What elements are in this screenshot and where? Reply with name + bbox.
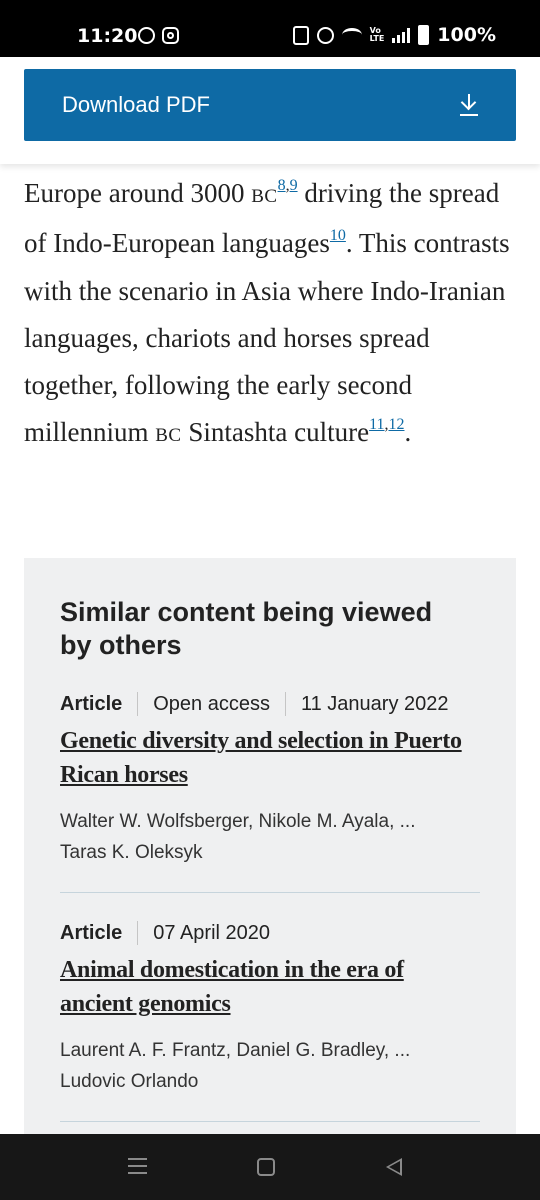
system-status-icons: Vo LTE 100% xyxy=(292,24,496,46)
download-pdf-button[interactable]: Download PDF xyxy=(24,69,516,141)
battery-icon xyxy=(418,25,430,45)
authors-line: Walter W. Wolfsberger, Nikole M. Ayala, … xyxy=(60,811,416,832)
authors-line: Taras K. Oleksyk xyxy=(60,842,203,863)
citation-refs: 11,12 xyxy=(369,416,405,434)
similar-content-section: Similar content being viewed by others A… xyxy=(24,558,516,1158)
download-pdf-label: Download PDF xyxy=(62,92,210,117)
notification-icons xyxy=(138,27,179,44)
download-icon xyxy=(460,94,478,116)
item-meta: Article 07 April 2020 xyxy=(60,921,480,945)
text-segment: . This contrasts with the scenario in As… xyxy=(24,228,510,448)
item-authors: Walter W. Wolfsberger, Nikole M. Ayala, … xyxy=(60,806,480,868)
authors-line: Laurent A. F. Frantz, Daniel G. Bradley,… xyxy=(60,1040,411,1061)
meta-separator xyxy=(137,692,139,716)
home-icon[interactable] xyxy=(257,1158,275,1176)
citation-refs: 10 xyxy=(330,227,346,244)
wifi-icon xyxy=(341,28,362,42)
status-time: 11:20 xyxy=(77,25,138,47)
signal-icon xyxy=(392,27,411,43)
status-bar: 11:20 Vo LTE 100% xyxy=(0,0,540,57)
recent-apps-icon[interactable] xyxy=(128,1158,147,1174)
citation-link-10[interactable]: 10 xyxy=(330,227,346,244)
item-date: 11 January 2022 xyxy=(300,692,449,715)
item-divider xyxy=(60,892,480,893)
item-title-link[interactable]: Genetic diversity and selection in Puert… xyxy=(60,724,480,792)
alarm-icon xyxy=(316,26,334,44)
citation-link-11[interactable]: 11 xyxy=(369,416,384,433)
volte-icon: Vo LTE xyxy=(370,27,385,43)
article-paragraph: Europe around 3000 BC8,9 driving the spr… xyxy=(24,170,520,460)
citation-link-8[interactable]: 8 xyxy=(278,177,286,194)
meta-separator xyxy=(137,921,139,945)
similar-item: Article 07 April 2020 Animal domesticati… xyxy=(60,921,480,1097)
back-icon[interactable] xyxy=(386,1158,402,1176)
citation-link-12[interactable]: 12 xyxy=(388,416,404,433)
item-access: Open access xyxy=(153,692,270,715)
similar-content-heading: Similar content being viewed by others xyxy=(60,597,433,660)
text-segment: Sintashta culture xyxy=(181,417,370,448)
text-segment: . xyxy=(404,417,412,448)
download-header: Download PDF xyxy=(0,57,540,164)
citation-refs: 8,9 xyxy=(277,177,298,194)
item-date: 07 April 2020 xyxy=(153,921,271,944)
item-divider xyxy=(60,1121,480,1122)
whatsapp-icon xyxy=(138,27,155,44)
volte-label-bottom: LTE xyxy=(369,34,385,43)
navigation-bar xyxy=(0,1134,540,1200)
item-authors: Laurent A. F. Frantz, Daniel G. Bradley,… xyxy=(60,1035,480,1097)
bc-abbrev: BC xyxy=(155,425,182,447)
citation-link-9[interactable]: 9 xyxy=(290,177,298,194)
text-segment: Europe around 3000 xyxy=(24,178,252,208)
item-type: Article xyxy=(60,692,123,715)
item-meta: Article Open access 11 January 2022 xyxy=(60,692,480,716)
authors-line: Ludovic Orlando xyxy=(60,1071,199,1092)
similar-item: Article Open access 11 January 2022 Gene… xyxy=(60,692,480,868)
meta-separator xyxy=(284,692,286,716)
item-type: Article xyxy=(60,921,123,944)
battery-percent: 100% xyxy=(437,24,496,46)
item-title-link[interactable]: Animal domestication in the era of ancie… xyxy=(60,953,480,1021)
instagram-icon xyxy=(162,27,179,44)
nfc-icon xyxy=(292,25,309,45)
bc-abbrev: BC xyxy=(251,186,278,207)
